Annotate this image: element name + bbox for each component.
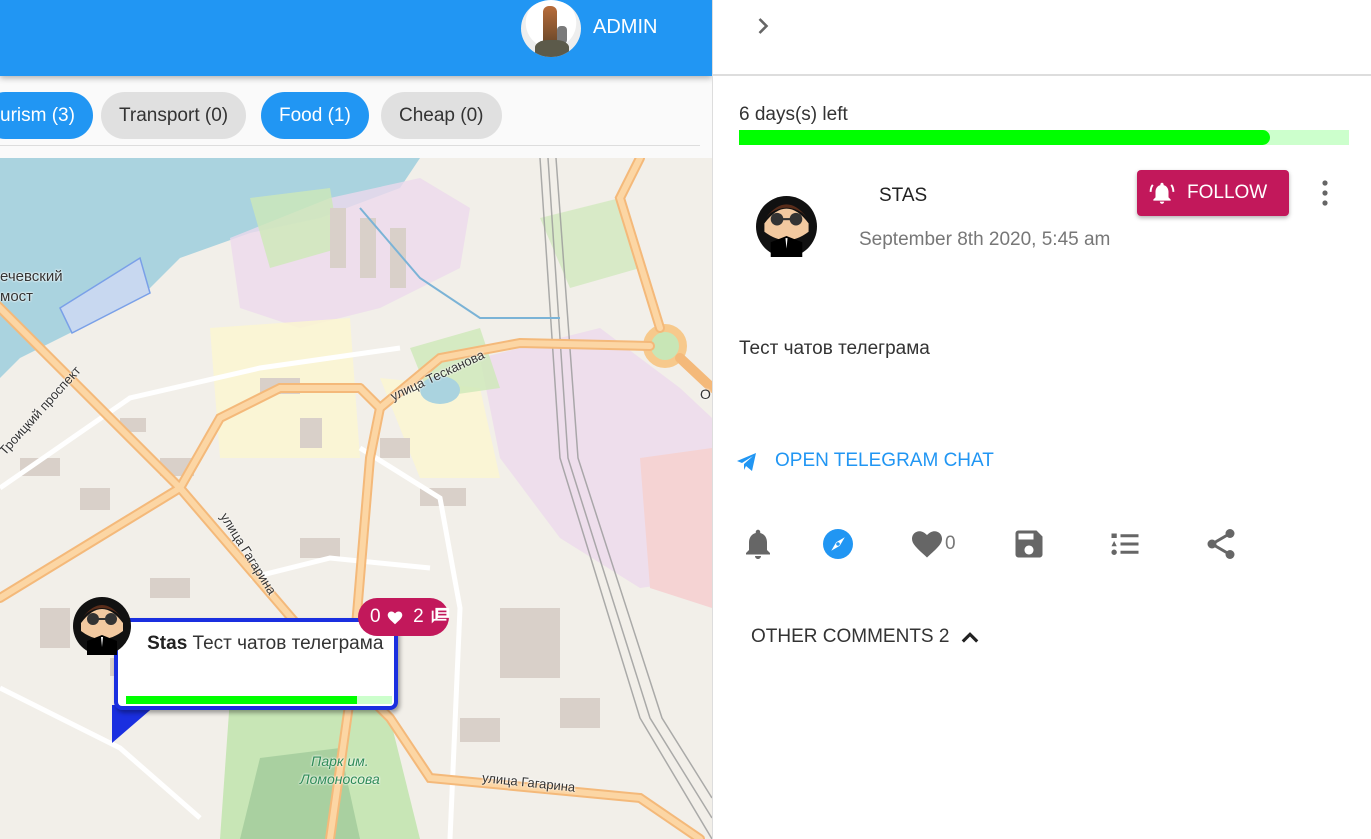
follow-button[interactable]: FOLLOW	[1137, 170, 1289, 216]
bell-icon	[746, 529, 770, 559]
popup-avatar[interactable]	[73, 597, 131, 655]
popup-progress-fill	[126, 696, 358, 704]
other-comments-toggle[interactable]: OTHER COMMENTS 2	[751, 626, 981, 648]
map-pane: ечевский мост Троицкий проспект улица Те…	[0, 0, 712, 839]
park-label-line1: Парк им.	[311, 753, 369, 769]
telegram-icon	[737, 453, 756, 471]
filters-divider	[0, 145, 700, 146]
author-name[interactable]: STAS	[879, 185, 927, 207]
popup-text: Stas Тест чатов телеграма	[126, 628, 386, 659]
list-button[interactable]	[1107, 526, 1143, 562]
app-bar: ADMIN	[0, 0, 712, 76]
avatar-figure	[543, 6, 557, 42]
telegram-link-label: OPEN TELEGRAM CHAT	[775, 450, 994, 471]
other-comments-label: OTHER COMMENTS 2	[751, 626, 950, 647]
share-button[interactable]	[1203, 526, 1239, 562]
filter-chip-cheap[interactable]: Cheap (0)	[381, 92, 502, 139]
map-post-popup[interactable]: Stas Тест чатов телеграма	[114, 618, 398, 710]
heart-icon	[912, 531, 942, 558]
category-filters: urism (3) Transport (0) Food (1) Cheap (…	[0, 92, 712, 140]
map-label-bridge: ечевский	[0, 268, 63, 285]
map-label-edge: О	[700, 386, 711, 402]
compass-icon	[823, 529, 853, 559]
days-left-progress-fill	[739, 130, 1270, 145]
heart-icon	[387, 611, 403, 625]
avatar-rock	[535, 40, 569, 57]
popup-like-count: 0	[370, 606, 381, 627]
popup-progress-bar	[126, 696, 392, 704]
filter-chip-tourism[interactable]: urism (3)	[0, 92, 93, 139]
avatar-agent-icon	[756, 196, 817, 257]
popup-pointer	[112, 705, 156, 743]
popup-message: Тест чатов телеграма	[192, 633, 384, 654]
like-button[interactable]	[909, 526, 945, 562]
list-icon	[1111, 533, 1139, 555]
map-label-park: Парк им. Ломоносова	[300, 752, 380, 788]
map-tiles	[0, 158, 712, 839]
chevron-right-icon	[758, 18, 769, 34]
chevron-up-icon	[961, 632, 979, 643]
save-icon	[1015, 530, 1043, 558]
collapse-panel-button[interactable]	[749, 12, 777, 40]
user-name[interactable]: ADMIN	[593, 15, 657, 39]
post-detail-panel: 6 days(s) left STAS September 8th 2020, …	[712, 0, 1371, 839]
notify-button[interactable]	[740, 526, 776, 562]
comments-icon	[431, 607, 450, 624]
post-body: Тест чатов телеграма	[739, 338, 930, 359]
avatar-agent-icon	[73, 597, 131, 655]
filter-chip-transport[interactable]: Transport (0)	[101, 92, 247, 139]
map-view[interactable]: ечевский мост Троицкий проспект улица Те…	[0, 158, 712, 839]
park-label-line2: Ломоносова	[300, 771, 380, 787]
popup-comment-count: 2	[413, 606, 424, 627]
app-root: ечевский мост Троицкий проспект улица Те…	[0, 0, 1371, 839]
popup-stats-badge[interactable]: 0 2	[358, 598, 450, 636]
save-button[interactable]	[1011, 526, 1047, 562]
like-count: 0	[945, 533, 956, 554]
panel-divider	[713, 74, 1371, 76]
bell-ring-icon	[1149, 182, 1175, 204]
days-left-progress	[739, 130, 1349, 145]
post-date: September 8th 2020, 5:45 am	[859, 229, 1111, 250]
map-label-bridge-2: мост	[0, 288, 34, 305]
filter-chip-food[interactable]: Food (1)	[261, 92, 369, 139]
follow-label: FOLLOW	[1187, 182, 1268, 203]
days-left-label: 6 days(s) left	[739, 104, 848, 125]
popup-author: Stas	[147, 633, 188, 654]
author-avatar[interactable]	[756, 196, 817, 257]
more-options-button[interactable]	[1313, 178, 1337, 208]
share-icon	[1207, 529, 1235, 559]
user-avatar[interactable]	[521, 0, 581, 57]
locate-on-map-button[interactable]	[820, 526, 856, 562]
more-vert-icon	[1322, 180, 1328, 206]
